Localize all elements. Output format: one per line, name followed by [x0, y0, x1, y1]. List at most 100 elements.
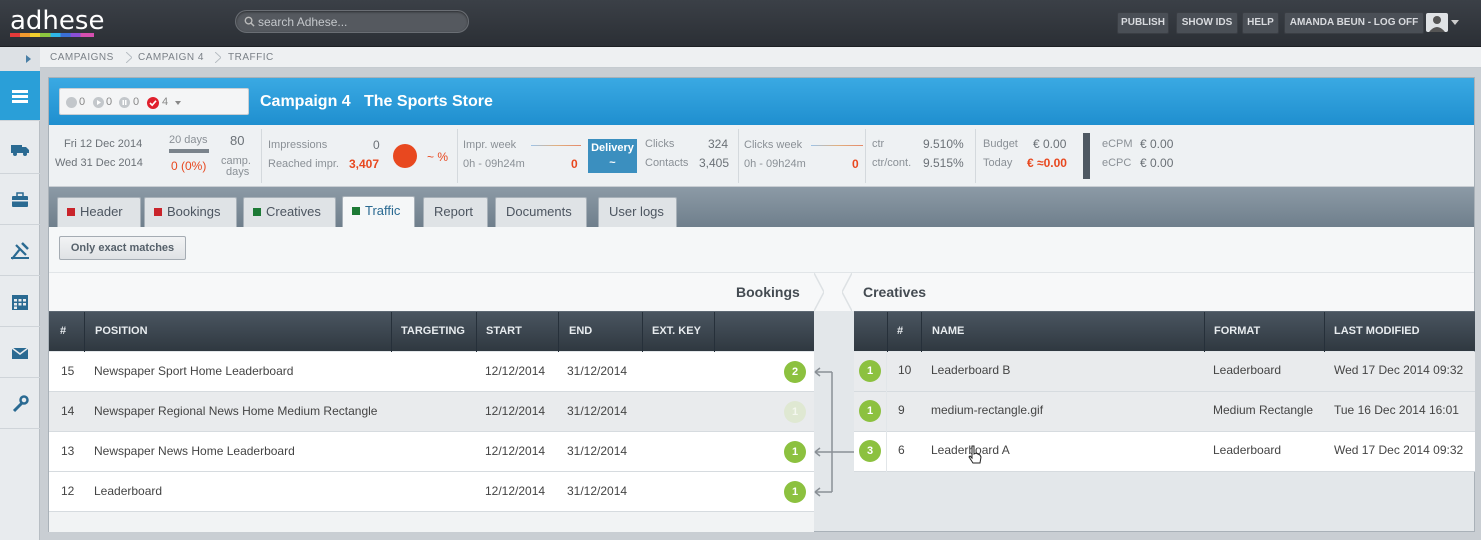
tab-label: Report: [434, 204, 474, 219]
breadcrumb-campaigns[interactable]: CAMPAIGNS: [50, 52, 114, 63]
delivery-value: ~: [609, 157, 616, 169]
col-last-modified[interactable]: LAST MODIFIED: [1334, 325, 1420, 337]
creative-row[interactable]: 3 6 Leaderboard A Leaderboard Wed 17 Dec…: [854, 432, 1475, 472]
booking-row[interactable]: 13 Newspaper News Home Leaderboard 12/12…: [49, 432, 814, 472]
booking-position: Newspaper Sport Home Leaderboard: [94, 364, 294, 378]
chevron-left-icon: [842, 273, 852, 311]
days-total: 20 days: [169, 134, 208, 146]
sidebar-toggle[interactable]: [0, 47, 40, 71]
col-name[interactable]: NAME: [932, 325, 964, 337]
col-end[interactable]: END: [569, 325, 592, 337]
pause-icon: [119, 97, 130, 108]
link-count-badge[interactable]: 3: [859, 440, 881, 462]
col-targeting[interactable]: TARGETING: [401, 325, 465, 337]
col-format[interactable]: FORMAT: [1214, 325, 1260, 337]
link-count-badge[interactable]: 2: [784, 361, 806, 383]
booking-position: Newspaper Regional News Home Medium Rect…: [94, 404, 378, 418]
tab-bookings[interactable]: Bookings: [144, 197, 237, 227]
mail-icon: [11, 346, 29, 359]
creative-row[interactable]: 1 9 medium-rectangle.gif Medium Rectangl…: [854, 392, 1475, 432]
search-box[interactable]: [235, 10, 469, 33]
link-count-badge[interactable]: 1: [784, 401, 806, 423]
check-icon: [147, 97, 159, 109]
link-count-badge[interactable]: 1: [859, 400, 881, 422]
help-button[interactable]: HELP: [1242, 12, 1279, 34]
user-icon: [1429, 16, 1445, 32]
booking-start: 12/12/2014: [485, 404, 546, 418]
status-selector[interactable]: 0 0 0 4: [59, 88, 249, 115]
creative-name: medium-rectangle.gif: [931, 403, 1044, 417]
tab-traffic[interactable]: Traffic: [342, 196, 415, 227]
divider: [975, 129, 976, 183]
camp-days-label: days: [226, 166, 250, 178]
briefcase-icon: [12, 191, 28, 207]
hand-cursor-icon: [968, 445, 982, 464]
divider: [865, 129, 866, 183]
sidebar-item-campaigns[interactable]: [0, 71, 40, 121]
reached-label: Reached impr.: [268, 158, 339, 170]
impr-week-value: 0: [571, 157, 578, 171]
sidebar-item-calendar[interactable]: [0, 277, 40, 327]
clicks-week-value: 0: [852, 157, 859, 171]
tab-label: Bookings: [167, 204, 221, 219]
breadcrumb-campaign[interactable]: CAMPAIGN 4: [138, 52, 204, 63]
creative-name: Leaderboard B: [931, 363, 1011, 377]
search-input[interactable]: [258, 14, 458, 30]
tab-user-logs[interactable]: User logs: [598, 197, 677, 227]
link-count-badge[interactable]: 1: [859, 360, 881, 382]
end-date: Wed 31 Dec 2014: [55, 157, 143, 169]
booking-id: 13: [61, 444, 75, 458]
avatar[interactable]: [1426, 13, 1448, 32]
sidebar-item-delivery[interactable]: [0, 124, 40, 174]
tab-creatives[interactable]: Creatives: [243, 197, 336, 227]
chevron-down-icon[interactable]: [1451, 20, 1459, 25]
clicks-value: 324: [708, 137, 729, 151]
sidebar-item-settings[interactable]: [0, 379, 40, 429]
link-count-badge[interactable]: 1: [784, 481, 806, 503]
creative-modified: Tue 16 Dec 2014 16:01: [1334, 403, 1459, 417]
col-position[interactable]: POSITION: [95, 325, 148, 337]
bookings-title: Bookings: [736, 284, 800, 300]
logo[interactable]: adhese: [10, 6, 104, 36]
divider: [738, 129, 739, 183]
tab-label: Traffic: [365, 203, 401, 218]
badge-cell: 3: [854, 432, 887, 472]
tab-report[interactable]: Report: [423, 197, 488, 227]
sidebar-item-mail[interactable]: [0, 328, 40, 378]
show-ids-button[interactable]: SHOW IDS: [1176, 12, 1238, 34]
creative-id: 9: [898, 403, 905, 417]
col-start[interactable]: START: [486, 325, 522, 337]
chevron-right-icon: [814, 273, 824, 311]
only-exact-matches-button[interactable]: Only exact matches: [59, 236, 186, 260]
sidebar-item-tools[interactable]: [0, 226, 40, 276]
campaign-header: 0 0 0 4 Campaign 4 The Sports Store: [49, 78, 1474, 125]
tab-header[interactable]: Header: [57, 197, 141, 227]
breadcrumb: CAMPAIGNS CAMPAIGN 4 TRAFFIC: [40, 47, 1481, 68]
creative-row[interactable]: 1 10 Leaderboard B Leaderboard Wed 17 De…: [854, 352, 1475, 392]
col-id[interactable]: #: [897, 325, 903, 337]
impressions-value: 0: [373, 138, 380, 152]
col-ext-key[interactable]: EXT. KEY: [652, 325, 701, 337]
sidebar-item-portfolio[interactable]: [0, 175, 40, 225]
booking-row[interactable]: 14 Newspaper Regional News Home Medium R…: [49, 392, 814, 432]
publish-button[interactable]: PUBLISH: [1117, 12, 1169, 34]
truck-icon: [11, 144, 29, 156]
search-icon: [244, 16, 255, 27]
tab-documents[interactable]: Documents: [495, 197, 587, 227]
camp-days-value: 80: [230, 133, 245, 148]
campaign-name: Campaign 4: [260, 93, 351, 110]
ecpm-label: eCPM: [1102, 138, 1133, 150]
col-id[interactable]: #: [60, 325, 66, 337]
creative-id: 6: [898, 443, 905, 457]
column-divider: [84, 312, 85, 352]
booking-row[interactable]: 15 Newspaper Sport Home Leaderboard 12/1…: [49, 352, 814, 392]
column-divider: [642, 312, 643, 352]
booking-end: 31/12/2014: [567, 484, 628, 498]
divider: [457, 129, 458, 183]
booking-row[interactable]: 12 Leaderboard 12/12/2014 31/12/2014 1: [49, 472, 814, 512]
link-count-badge[interactable]: 1: [784, 441, 806, 463]
logoff-button[interactable]: AMANDA BEUN - LOG OFF: [1284, 12, 1424, 34]
budget-label: Budget: [983, 138, 1018, 150]
impressions-label: Impressions: [268, 139, 328, 151]
status-marker: [352, 207, 360, 215]
